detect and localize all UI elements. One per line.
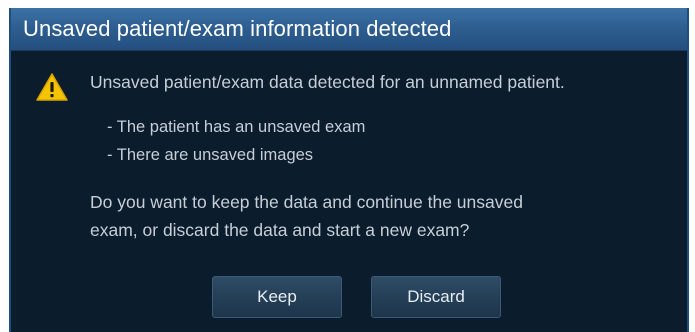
detail-list: - The patient has an unsaved exam - Ther…	[107, 113, 365, 169]
list-item: - The patient has an unsaved exam	[107, 118, 366, 136]
message-text: Unsaved patient/exam data detected for a…	[90, 72, 565, 92]
dialog-title-bar: Unsaved patient/exam information detecte…	[11, 8, 687, 51]
list-item: - There are unsaved images	[107, 146, 314, 164]
question-line: exam, or discard the data and start a ne…	[90, 220, 470, 240]
warning-triangle-icon	[36, 73, 68, 101]
keep-button[interactable]: Keep	[212, 276, 342, 318]
unsaved-exam-dialog: Unsaved patient/exam information detecte…	[9, 8, 689, 332]
dialog-message: Unsaved patient/exam data detected for a…	[90, 70, 565, 94]
question-line: Do you want to keep the data and continu…	[90, 192, 523, 212]
dialog-title: Unsaved patient/exam information detecte…	[23, 16, 452, 41]
discard-button[interactable]: Discard	[371, 276, 501, 318]
dialog-question: Do you want to keep the data and continu…	[90, 188, 523, 244]
